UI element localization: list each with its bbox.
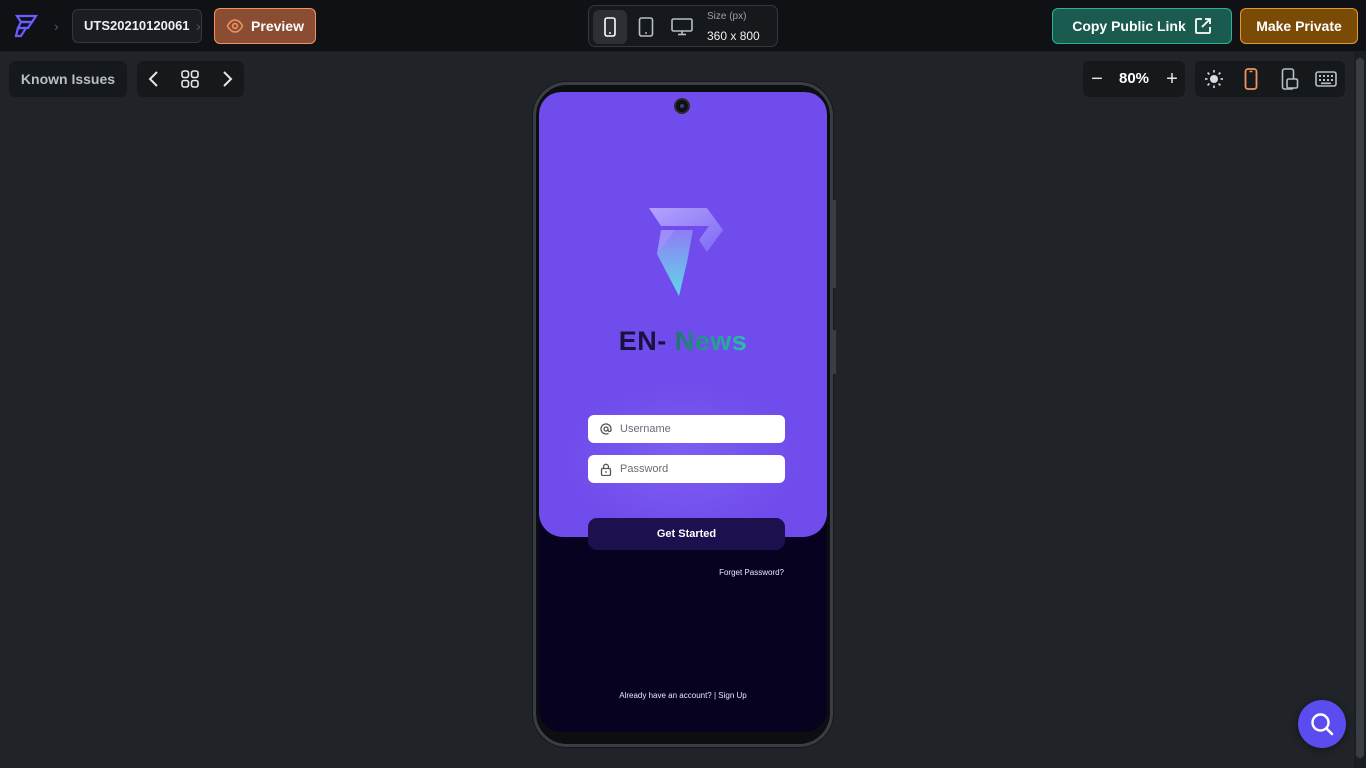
tablet-icon xyxy=(638,17,654,37)
get-started-button[interactable]: Get Started xyxy=(588,518,785,550)
sun-icon xyxy=(1205,70,1223,88)
username-placeholder: Username xyxy=(620,423,671,435)
known-issues-button[interactable]: Known Issues xyxy=(9,61,127,97)
login-hero: EN- News Username Password xyxy=(539,92,827,537)
brand-logo-icon[interactable] xyxy=(12,12,40,40)
rotate-device-button[interactable] xyxy=(1278,67,1302,91)
copy-link-label: Copy Public Link xyxy=(1072,18,1186,34)
search-help-icon xyxy=(1311,713,1334,736)
lock-icon xyxy=(600,463,612,476)
grid-icon xyxy=(181,70,199,88)
desktop-icon xyxy=(671,18,693,36)
forget-password-link[interactable]: Forget Password? xyxy=(689,568,784,577)
theme-toggle-button[interactable] xyxy=(1202,67,1226,91)
desktop-view-button[interactable] xyxy=(665,10,699,44)
keyboard-toggle-button[interactable] xyxy=(1314,67,1338,91)
chevron-right-icon xyxy=(223,71,233,87)
make-private-button[interactable]: Make Private xyxy=(1240,8,1358,44)
app-screen: EN- News Username Password Get Started F… xyxy=(539,92,827,732)
at-icon xyxy=(600,423,612,435)
zoom-control: − 80% + xyxy=(1083,61,1185,97)
chevron-right-icon: › xyxy=(196,18,201,34)
sign-up-link[interactable]: Already have an account? | Sign Up xyxy=(539,691,827,700)
zoom-value: 80% xyxy=(1118,70,1150,87)
next-screen-button[interactable] xyxy=(215,67,239,91)
zoom-out-button[interactable]: − xyxy=(1086,65,1108,93)
camera-icon xyxy=(674,98,690,114)
app-logo-icon xyxy=(649,208,723,296)
copy-public-link-button[interactable]: Copy Public Link xyxy=(1052,8,1232,44)
eye-icon xyxy=(226,19,244,33)
keyboard-icon xyxy=(1315,71,1337,87)
phone-icon xyxy=(604,17,616,37)
chevron-left-icon xyxy=(148,71,158,87)
tablet-view-button[interactable] xyxy=(629,10,663,44)
preview-button[interactable]: Preview xyxy=(214,8,316,44)
help-search-button[interactable] xyxy=(1298,700,1346,748)
device-rotate-icon xyxy=(1281,68,1299,90)
device-selector: Size (px) 360 x 800 xyxy=(588,5,778,47)
phone-view-button[interactable] xyxy=(593,10,627,44)
app-title-part1: EN- xyxy=(618,326,667,356)
screens-grid-button[interactable] xyxy=(178,67,202,91)
size-label: Size (px) xyxy=(707,11,747,22)
username-field[interactable]: Username xyxy=(588,415,785,443)
phone-volume-button xyxy=(833,200,836,288)
external-link-icon xyxy=(1194,18,1211,34)
scrollbar-thumb[interactable] xyxy=(1356,58,1364,758)
app-title-part2: News xyxy=(666,326,748,356)
preview-label: Preview xyxy=(251,18,304,34)
page-scrollbar[interactable] xyxy=(1354,52,1366,768)
screen-navigation xyxy=(137,61,244,97)
zoom-in-button[interactable]: + xyxy=(1161,65,1183,93)
phone-portrait-icon xyxy=(1244,68,1258,90)
password-placeholder: Password xyxy=(620,463,669,475)
previous-screen-button[interactable] xyxy=(142,67,166,91)
app-title: EN- News xyxy=(539,326,827,357)
size-value: 360 x 800 xyxy=(707,29,760,43)
view-options xyxy=(1195,61,1345,97)
password-field[interactable]: Password xyxy=(588,455,785,483)
portrait-view-button[interactable] xyxy=(1239,67,1263,91)
project-breadcrumb[interactable]: UTS20210120061 xyxy=(72,9,202,43)
phone-power-button xyxy=(833,330,836,374)
chevron-right-icon: › xyxy=(54,18,59,34)
top-bar: › UTS20210120061 › Preview Size (px) 360… xyxy=(0,0,1366,52)
